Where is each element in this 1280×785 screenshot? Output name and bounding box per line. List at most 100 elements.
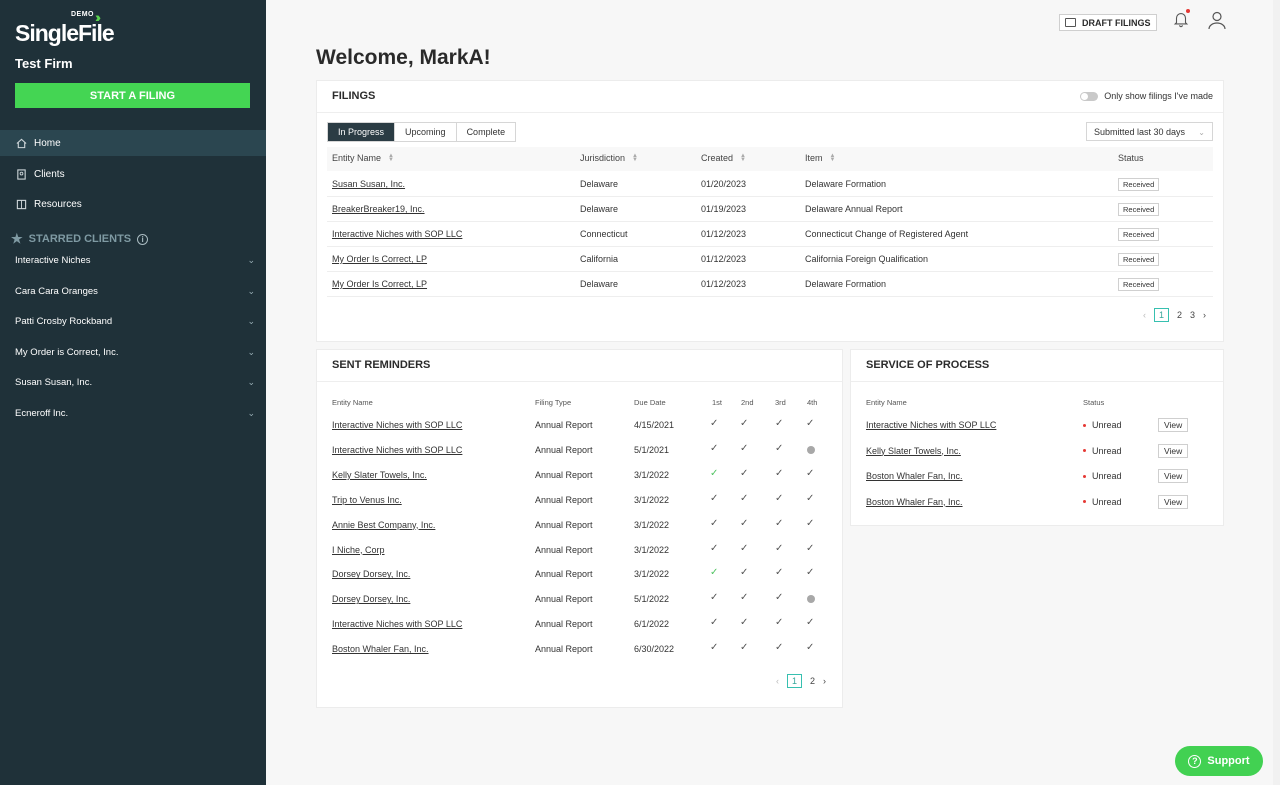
status-text: Unread — [1092, 420, 1122, 430]
reminders-pagination: ‹ 1 2 › — [772, 674, 830, 688]
nav-clients[interactable]: Clients — [0, 161, 266, 187]
check-icon: ✓ — [806, 617, 815, 629]
entity-link[interactable]: Dorsey Dorsey, Inc. — [332, 594, 410, 604]
entity-link[interactable]: Boston Whaler Fan, Inc. — [332, 644, 429, 654]
unread-dot-icon — [1083, 500, 1086, 503]
entity-link[interactable]: I Niche, Corp — [332, 545, 385, 555]
chevron-down-icon[interactable]: ⌄ — [247, 255, 255, 266]
starred-client-item[interactable]: Ecneroff Inc. ⌄ — [15, 405, 255, 421]
page-2[interactable]: 2 — [810, 676, 815, 686]
view-button[interactable]: View — [1158, 494, 1189, 509]
divider — [317, 381, 842, 382]
next-page-icon[interactable]: › — [1203, 310, 1206, 320]
view-button[interactable]: View — [1158, 443, 1189, 458]
starred-client-item[interactable]: Interactive Niches ⌄ — [15, 252, 255, 268]
check-icon: ✓ — [775, 418, 784, 429]
due-date-cell: 5/1/2022 — [634, 594, 670, 605]
due-date-cell: 6/1/2022 — [634, 619, 670, 630]
user-icon[interactable] — [1207, 10, 1227, 30]
nav-home[interactable]: Home — [0, 130, 266, 156]
entity-link[interactable]: Dorsey Dorsey, Inc. — [332, 569, 410, 579]
check-icon: ✓ — [740, 617, 749, 629]
support-button[interactable]: ? Support — [1175, 746, 1263, 776]
check-icon: ✓ — [806, 542, 815, 554]
service-of-process-card: SERVICE OF PROCESS Entity Name Status In… — [850, 349, 1224, 526]
logo-demo-label: DEMO — [71, 11, 94, 18]
tab-upcoming[interactable]: Upcoming — [395, 123, 457, 141]
prev-page-icon[interactable]: ‹ — [776, 676, 779, 686]
filings-pagination: ‹ 1 2 3 › — [1139, 308, 1210, 322]
entity-link[interactable]: My Order Is Correct, LP — [332, 254, 427, 264]
starred-clients-header: ★ STARRED CLIENTS i — [11, 231, 149, 247]
chevron-down-icon[interactable]: ⌄ — [247, 316, 255, 327]
check-icon: ✓ — [775, 542, 784, 554]
entity-link[interactable]: Susan Susan, Inc. — [332, 179, 405, 189]
nav-resources[interactable]: Resources — [0, 191, 266, 217]
date-filter-select[interactable]: Submitted last 30 days ⌄ — [1086, 122, 1213, 141]
scrollbar[interactable] — [1273, 0, 1280, 785]
tab-in-progress[interactable]: In Progress — [328, 123, 396, 141]
entity-link[interactable]: Kelly Slater Towels, Inc. — [866, 446, 961, 456]
unread-dot-icon — [1083, 423, 1086, 427]
entity-link[interactable]: Interactive Niches with SOP LLC — [332, 619, 462, 629]
view-button[interactable]: View — [1158, 418, 1189, 432]
check-icon: ✓ — [806, 418, 815, 429]
entity-link[interactable]: Interactive Niches with SOP LLC — [866, 420, 996, 430]
check-icon: ✓ — [710, 492, 719, 504]
status-badge: Received — [1118, 203, 1160, 216]
due-date-cell: 5/1/2021 — [634, 444, 670, 455]
col-entity-name[interactable]: Entity Name ▲ ▼ — [332, 153, 394, 163]
jurisdiction-cell: California — [580, 254, 619, 264]
table-row: Interactive Niches with SOP LLC Connecti… — [327, 222, 1213, 247]
page-2[interactable]: 2 — [1177, 310, 1182, 320]
entity-link[interactable]: Interactive Niches with SOP LLC — [332, 420, 462, 430]
nav-clients-label: Clients — [34, 168, 65, 180]
col-item[interactable]: Item ▲ ▼ — [805, 153, 835, 163]
check-icon: ✓ — [710, 542, 719, 554]
entity-link[interactable]: Interactive Niches with SOP LLC — [332, 445, 462, 455]
status-unread: Unread — [1083, 446, 1122, 456]
only-mine-toggle[interactable]: Only show filings I've made — [1080, 91, 1213, 101]
col-status: Status — [1083, 398, 1105, 407]
page-1[interactable]: 1 — [787, 674, 803, 688]
chevron-down-icon[interactable]: ⌄ — [247, 408, 255, 419]
col-jurisdiction[interactable]: Jurisdiction ▲ ▼ — [580, 153, 638, 163]
entity-link[interactable]: Trip to Venus Inc. — [332, 495, 402, 505]
draft-filings-label: DRAFT FILINGS — [1082, 17, 1151, 28]
starred-client-item[interactable]: My Order is Correct, Inc. ⌄ — [15, 344, 255, 360]
entity-link[interactable]: Kelly Slater Towels, Inc. — [332, 470, 427, 480]
entity-link[interactable]: BreakerBreaker19, Inc. — [332, 204, 425, 214]
entity-link[interactable]: Annie Best Company, Inc. — [332, 520, 435, 530]
check-icon: ✓ — [710, 642, 719, 654]
toggle-switch[interactable] — [1080, 91, 1099, 101]
starred-client-item[interactable]: Patti Crosby Rockband ⌄ — [15, 313, 255, 329]
entity-link[interactable]: Boston Whaler Fan, Inc. — [866, 497, 963, 507]
entity-link[interactable]: Boston Whaler Fan, Inc. — [866, 471, 963, 481]
info-icon[interactable]: i — [137, 233, 149, 245]
sent-reminders-card: SENT REMINDERS Entity Name Filing Type D… — [316, 349, 843, 708]
filings-card: FILINGS Only show filings I've made In P… — [316, 80, 1224, 342]
draft-filings-button[interactable]: DRAFT FILINGS — [1059, 14, 1157, 31]
view-button[interactable]: View — [1158, 469, 1189, 483]
status-badge: Received — [1118, 253, 1160, 266]
starred-client-item[interactable]: Cara Cara Oranges ⌄ — [15, 283, 255, 299]
start-filing-button[interactable]: START A FILING — [15, 83, 250, 108]
filing-type-cell: Annual Report — [535, 469, 593, 480]
chevron-down-icon[interactable]: ⌄ — [247, 347, 255, 358]
next-page-icon[interactable]: › — [823, 676, 826, 686]
check-icon: ✓ — [775, 517, 784, 529]
status-unread: Unread — [1083, 471, 1122, 481]
due-date-cell: 4/15/2021 — [634, 420, 675, 430]
page-1[interactable]: 1 — [1154, 308, 1170, 322]
starred-client-item[interactable]: Susan Susan, Inc. ⌄ — [15, 374, 255, 390]
check-icon: ✓ — [740, 642, 749, 654]
col-created[interactable]: Created ▲ ▼ — [701, 153, 746, 163]
chevron-down-icon[interactable]: ⌄ — [247, 377, 255, 388]
chevron-down-icon[interactable]: ⌄ — [247, 286, 255, 297]
entity-link[interactable]: My Order Is Correct, LP — [332, 279, 427, 289]
tab-complete[interactable]: Complete — [456, 123, 516, 141]
prev-page-icon[interactable]: ‹ — [1143, 310, 1146, 320]
page-3[interactable]: 3 — [1190, 310, 1195, 320]
entity-link[interactable]: Interactive Niches with SOP LLC — [332, 229, 462, 239]
jurisdiction-cell: Delaware — [580, 204, 619, 214]
